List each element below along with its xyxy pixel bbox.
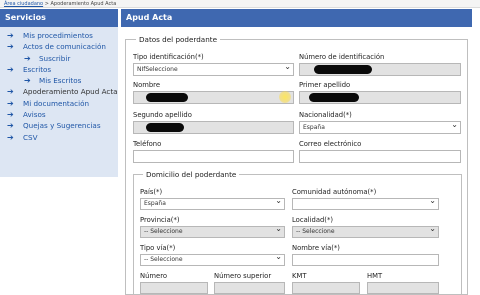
sidebar: Servicios ➔ Mis procedimientos ➔ Actos d… <box>0 9 118 295</box>
correo-input[interactable] <box>299 150 461 163</box>
arrow-right-icon: ➔ <box>7 110 14 120</box>
comunidad-label: Comunidad autónoma(*) <box>292 188 377 196</box>
breadcrumb: Área ciudadano > Apoderamiento Apud Acta <box>4 0 116 8</box>
sidebar-item-label: Mi documentación <box>23 98 90 108</box>
telefono-label: Teléfono <box>133 140 162 148</box>
nacionalidad-value: España <box>303 124 325 131</box>
sidebar-item-mis-procedimientos[interactable]: ➔ Mis procedimientos <box>0 30 118 41</box>
segundo-apellido-label: Segundo apellido <box>133 111 192 119</box>
numero-identificacion-label: Número de identificación <box>299 53 385 61</box>
localidad-value: -- Seleccione <box>296 228 335 235</box>
sidebar-item-label: Suscribir <box>39 53 71 63</box>
sidebar-item-label: Quejas y Sugerencias <box>23 121 101 131</box>
arrow-right-icon: ➔ <box>7 42 14 52</box>
primer-apellido-label: Primer apellido <box>299 81 351 89</box>
sidebar-item-label: Mis Escritos <box>39 76 82 86</box>
arrow-right-icon: ➔ <box>7 64 14 74</box>
page-title: Apud Acta <box>121 9 472 27</box>
arrow-right-icon: ➔ <box>7 87 14 97</box>
sidebar-item-avisos[interactable]: ➔ Avisos <box>0 109 118 120</box>
nombre-label: Nombre <box>133 81 161 89</box>
arrow-right-icon: ➔ <box>24 76 31 86</box>
nombre-via-label: Nombre vía(*) <box>292 244 340 252</box>
tipo-identificacion-select[interactable]: NIfSeleccione <box>133 63 294 76</box>
breadcrumb-current: Apoderamiento Apud Acta <box>50 1 117 7</box>
sidebar-item-suscribir[interactable]: ➔ Suscribir <box>0 53 118 64</box>
sidebar-item-label: CSV <box>23 132 38 142</box>
top-bar: Área ciudadano > Apoderamiento Apud Acta <box>0 0 480 8</box>
arrow-right-icon: ➔ <box>7 132 14 142</box>
tipo-via-label: Tipo vía(*) <box>140 244 176 252</box>
sidebar-item-csv[interactable]: ➔ CSV <box>0 132 118 143</box>
kmt-label: KMT <box>292 272 307 280</box>
sidebar-item-actos-comunicacion[interactable]: ➔ Actos de comunicación <box>0 41 118 52</box>
sidebar-item-quejas[interactable]: ➔ Quejas y Sugerencias <box>0 120 118 131</box>
sidebar-item-label: Mis procedimientos <box>23 31 93 40</box>
sidebar-title: Servicios <box>0 9 118 27</box>
nacionalidad-select[interactable]: España <box>299 121 461 134</box>
arrow-right-icon: ➔ <box>7 121 14 131</box>
redaction-mark <box>146 123 184 132</box>
fieldset-domicilio-poderdante: Domicilio del poderdante País(*) España … <box>133 170 462 295</box>
main-panel: Apud Acta Datos del poderdante Tipo iden… <box>121 9 472 295</box>
sidebar-item-mis-escritos[interactable]: ➔ Mis Escritos <box>0 75 118 86</box>
nombre-via-input[interactable] <box>292 254 439 266</box>
sidebar-item-label: Apoderamiento Apud Acta <box>23 87 118 97</box>
correo-label: Correo electrónico <box>299 140 362 148</box>
sidebar-item-label: Avisos <box>23 110 46 120</box>
pais-select[interactable]: España <box>140 198 285 210</box>
localidad-label: Localidad(*) <box>292 216 334 224</box>
provincia-value: -- Seleccione <box>144 228 183 235</box>
tipo-identificacion-label: Tipo identificación(*) <box>133 53 204 61</box>
section-legend: Domicilio del poderdante <box>143 170 240 179</box>
sidebar-item-mi-documentacion[interactable]: ➔ Mi documentación <box>0 98 118 109</box>
hmt-input[interactable] <box>367 282 439 294</box>
provincia-select[interactable]: -- Seleccione <box>140 226 285 238</box>
section-legend: Datos del poderdante <box>136 35 220 44</box>
hmt-label: HMT <box>367 272 383 280</box>
redaction-mark <box>314 65 372 74</box>
nacionalidad-label: Nacionalidad(*) <box>299 111 352 119</box>
pais-label: País(*) <box>140 188 163 196</box>
tipo-via-value: -- Seleccione <box>144 256 183 263</box>
numero-superior-label: Número superior <box>214 272 272 280</box>
numero-input[interactable] <box>140 282 208 294</box>
tipo-identificacion-value: NIfSeleccione <box>137 66 178 73</box>
numero-label: Número <box>140 272 167 280</box>
sidebar-menu: ➔ Mis procedimientos ➔ Actos de comunica… <box>0 27 118 177</box>
sidebar-item-apoderamiento[interactable]: ➔ Apoderamiento Apud Acta <box>0 86 118 97</box>
sidebar-item-label: Actos de comunicación <box>23 42 106 52</box>
sidebar-item-escritos[interactable]: ➔ Escritos <box>0 64 118 75</box>
sidebar-item-label: Escritos <box>23 64 52 74</box>
arrow-right-icon: ➔ <box>7 31 14 40</box>
arrow-right-icon: ➔ <box>24 53 31 63</box>
tipo-via-select[interactable]: -- Seleccione <box>140 254 285 266</box>
redaction-mark <box>309 93 359 102</box>
provincia-label: Provincia(*) <box>140 216 180 224</box>
kmt-input[interactable] <box>292 282 360 294</box>
cursor-highlight-icon <box>279 91 291 103</box>
arrow-right-icon: ➔ <box>7 98 14 108</box>
localidad-select[interactable]: -- Seleccione <box>292 226 439 238</box>
fieldset-datos-poderdante: Datos del poderdante Tipo identificación… <box>125 35 468 295</box>
pais-value: España <box>144 200 166 207</box>
numero-superior-input[interactable] <box>214 282 285 294</box>
breadcrumb-separator: > <box>44 1 49 7</box>
telefono-input[interactable] <box>133 150 294 163</box>
comunidad-select[interactable] <box>292 198 439 210</box>
breadcrumb-home-link[interactable]: Área ciudadano <box>4 1 43 7</box>
redaction-mark <box>146 93 188 102</box>
